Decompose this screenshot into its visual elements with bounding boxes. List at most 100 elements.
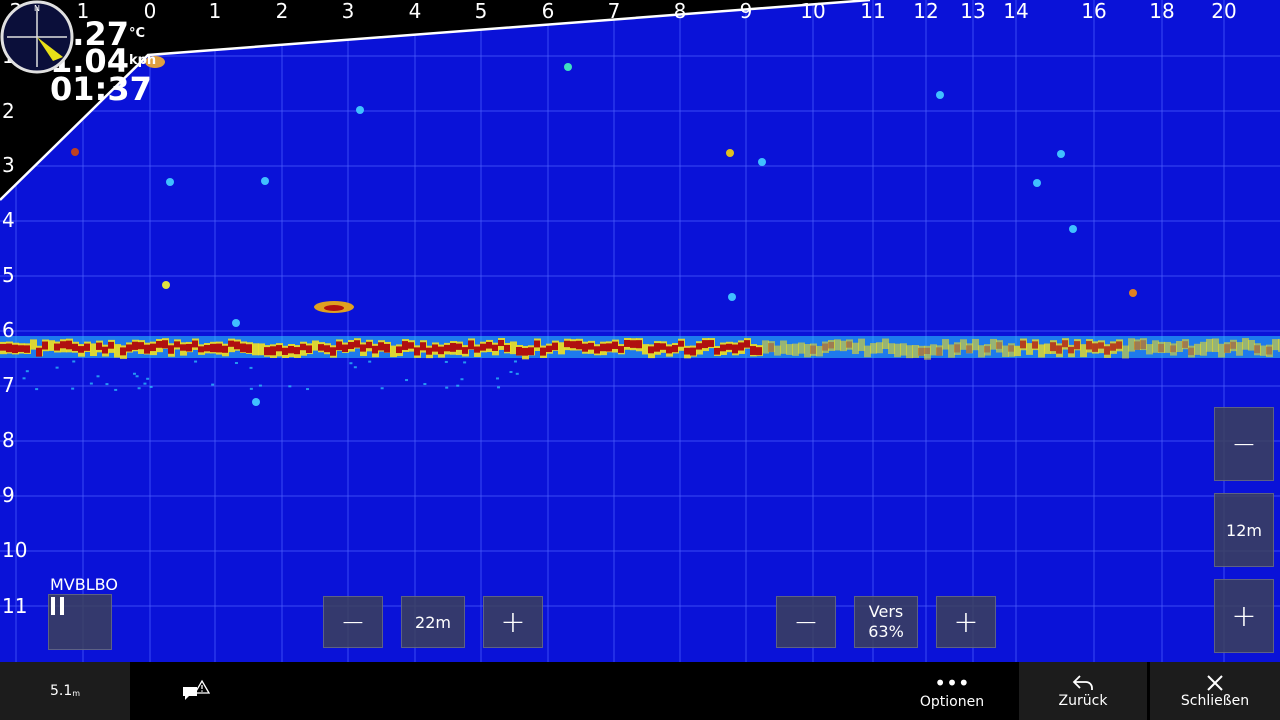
bottom-echo-mid bbox=[804, 344, 811, 358]
depth-scale-label: 11 bbox=[2, 594, 28, 618]
sonar-echogram bbox=[0, 0, 1280, 662]
compass-icon[interactable]: N bbox=[0, 0, 74, 74]
bottom-echo-mid bbox=[876, 342, 883, 354]
gain-value-button[interactable]: Vers 63% bbox=[854, 596, 918, 648]
bottom-echo-strong bbox=[6, 343, 12, 353]
bottom-echo-strong bbox=[162, 340, 168, 349]
bottom-echo-mid bbox=[900, 343, 907, 356]
bottom-echo-mid bbox=[888, 343, 895, 355]
fish-target bbox=[726, 149, 734, 157]
options-label: Optionen bbox=[919, 694, 985, 710]
fish-target bbox=[1033, 179, 1041, 187]
depth-scale-label: 5 bbox=[2, 263, 15, 287]
bottom-echo-mid bbox=[912, 344, 919, 358]
bottom-echo-mid bbox=[1236, 342, 1243, 356]
back-arrow-icon bbox=[1072, 675, 1093, 690]
bottom-echo-strong bbox=[240, 343, 246, 353]
bottom-echo-strong bbox=[102, 346, 108, 354]
bottom-echo-mid bbox=[816, 345, 823, 357]
bottom-echo-strong bbox=[450, 343, 456, 352]
clutter bbox=[380, 387, 384, 390]
bottom-echo-strong bbox=[1098, 342, 1104, 349]
clutter bbox=[515, 372, 519, 375]
bottom-echo-strong bbox=[576, 340, 582, 350]
bottom-echo-mid bbox=[1260, 345, 1267, 356]
gain-increase-button[interactable]: + bbox=[936, 596, 996, 648]
bottom-echo-mid bbox=[1218, 343, 1225, 358]
bottom-echo-strong bbox=[1170, 345, 1176, 353]
bottom-echo-strong bbox=[300, 343, 306, 351]
bottom-echo-strong bbox=[474, 346, 480, 353]
bottom-echo-strong bbox=[684, 347, 690, 355]
bottom-echo-strong bbox=[174, 341, 180, 348]
bottom-echo-mid bbox=[1014, 345, 1021, 357]
back-label: Zurück bbox=[1058, 693, 1108, 709]
bottom-echo-strong bbox=[564, 340, 570, 348]
clutter bbox=[445, 386, 449, 389]
bottom-echo-strong bbox=[12, 344, 18, 354]
alerts-button[interactable] bbox=[170, 662, 220, 720]
clutter bbox=[306, 388, 310, 391]
bottom-echo-strong bbox=[1110, 343, 1116, 351]
options-button[interactable]: ••• Optionen bbox=[900, 662, 1004, 720]
bottom-echo-mid bbox=[1206, 338, 1213, 352]
x-scale-label: 14 bbox=[1003, 0, 1029, 23]
zoom-level[interactable]: 12m bbox=[1214, 493, 1274, 567]
bottom-echo-strong bbox=[294, 347, 300, 355]
clutter bbox=[25, 370, 29, 373]
clutter bbox=[133, 372, 137, 375]
bottom-echo-strong bbox=[456, 343, 462, 350]
bottom-echo-mid bbox=[990, 338, 997, 350]
bottom-echo-strong bbox=[384, 343, 390, 353]
x-scale-label: 12 bbox=[913, 0, 939, 23]
clutter bbox=[353, 366, 357, 369]
bottom-echo-strong bbox=[492, 344, 498, 351]
depth-scale-label: 8 bbox=[2, 428, 15, 452]
clutter bbox=[89, 382, 93, 385]
x-scale-label: 7 bbox=[607, 0, 621, 23]
bottom-echo-strong bbox=[996, 342, 1002, 349]
bottom-echo-strong bbox=[168, 345, 174, 354]
bottom-echo-strong bbox=[696, 343, 702, 350]
sonar-view[interactable]: 2 1 0 1 2 3 4 5 6 7 8 9 10 11 12 13 14 1… bbox=[0, 0, 1280, 662]
gain-label: Vers bbox=[868, 602, 904, 621]
close-label: Schließen bbox=[1180, 693, 1250, 709]
fish-target bbox=[564, 63, 572, 71]
bottom-echo-mid bbox=[948, 344, 955, 358]
bottom-echo-strong bbox=[366, 341, 372, 349]
time-value: 01:37 bbox=[50, 70, 152, 108]
gain-value: 63% bbox=[868, 622, 904, 641]
range-value[interactable]: 22m bbox=[401, 596, 465, 648]
range-increase-button[interactable]: + bbox=[483, 596, 543, 648]
bottom-echo-strong bbox=[276, 345, 282, 352]
x-scale-label: 6 bbox=[541, 0, 555, 23]
bottom-echo-strong bbox=[666, 346, 672, 354]
bottom-echo-mid bbox=[870, 343, 877, 354]
bottom-echo-strong bbox=[234, 341, 240, 350]
bottom-echo-strong bbox=[732, 344, 738, 354]
bottom-echo-strong bbox=[330, 347, 336, 356]
clutter bbox=[513, 360, 517, 363]
bottom-echo-strong bbox=[96, 342, 102, 350]
clutter bbox=[55, 366, 59, 369]
bottom-echo-strong bbox=[1050, 342, 1056, 352]
pause-button[interactable] bbox=[48, 594, 112, 650]
fish-target bbox=[1069, 225, 1077, 233]
bottom-echo-strong bbox=[690, 347, 696, 356]
zoom-out-button[interactable]: − bbox=[1214, 407, 1274, 481]
depth-databox[interactable]: 5.1 m bbox=[0, 662, 130, 720]
back-button[interactable]: Zurück bbox=[1019, 662, 1147, 720]
clutter bbox=[211, 383, 215, 386]
depth-scale-label: 9 bbox=[2, 483, 15, 507]
bottom-echo-strong bbox=[264, 347, 270, 356]
zoom-in-button[interactable]: + bbox=[1214, 579, 1274, 653]
gain-decrease-button[interactable]: − bbox=[776, 596, 836, 648]
fish-school-core bbox=[324, 305, 344, 311]
bottom-echo-mid bbox=[1194, 343, 1201, 355]
fish-target bbox=[166, 178, 174, 186]
bottom-echo-strong bbox=[822, 343, 828, 351]
bottom-echo-strong bbox=[24, 345, 30, 353]
close-button[interactable]: Schließen bbox=[1150, 662, 1280, 720]
depth-scale-label: 10 bbox=[2, 538, 28, 562]
range-decrease-button[interactable]: − bbox=[323, 596, 383, 648]
